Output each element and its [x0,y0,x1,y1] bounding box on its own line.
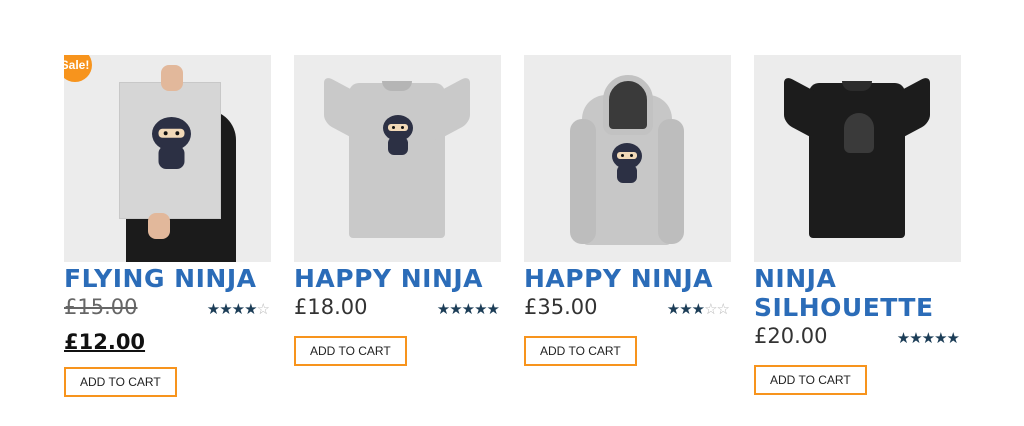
product-card: HAPPY NINJA £35.00 ★★★☆☆ ADD TO CART [524,55,731,366]
add-to-cart-button[interactable]: ADD TO CART [754,365,867,395]
product-card: HAPPY NINJA £18.00 ★★★★★ ADD TO CART [294,55,501,366]
add-to-cart-button[interactable]: ADD TO CART [64,367,177,397]
add-to-cart-button[interactable]: ADD TO CART [294,336,407,366]
ninja-silhouette [844,113,874,153]
price-sale: £12.00 [64,330,146,354]
hoodie-sleeve [658,119,684,244]
tshirt-body [809,83,905,238]
product-card: NINJA SILHOUETTE £20.00 ★★★★★ ADD TO CAR… [754,55,961,395]
product-card: Sale! FLYING NINJA £15.00 ★★★★☆ £12.00 A… [64,55,271,397]
hoodie-hood [603,75,653,135]
hoodie-sleeve [570,119,596,244]
price: £20.00 [754,324,828,348]
sale-badge: Sale! [64,55,92,82]
price: £18.00 [294,295,368,319]
product-title[interactable]: HAPPY NINJA [294,264,501,293]
tshirt-body [349,83,445,238]
price-old: £15.00 [64,295,138,319]
product-image[interactable] [524,55,731,262]
add-to-cart-button[interactable]: ADD TO CART [524,336,637,366]
product-image[interactable] [294,55,501,262]
hand [161,65,183,91]
star-rating: ★★★★★ [436,301,500,318]
product-image[interactable]: Sale! [64,55,271,262]
star-rating: ★★★☆☆ [666,301,730,318]
product-title[interactable]: NINJA SILHOUETTE [754,264,961,322]
product-image[interactable] [754,55,961,262]
star-rating: ★★★★☆ [206,301,270,318]
hand [148,213,170,239]
product-title[interactable]: FLYING NINJA [64,264,271,293]
star-rating: ★★★★★ [896,330,960,347]
price: £35.00 [524,295,598,319]
product-title[interactable]: HAPPY NINJA [524,264,731,293]
